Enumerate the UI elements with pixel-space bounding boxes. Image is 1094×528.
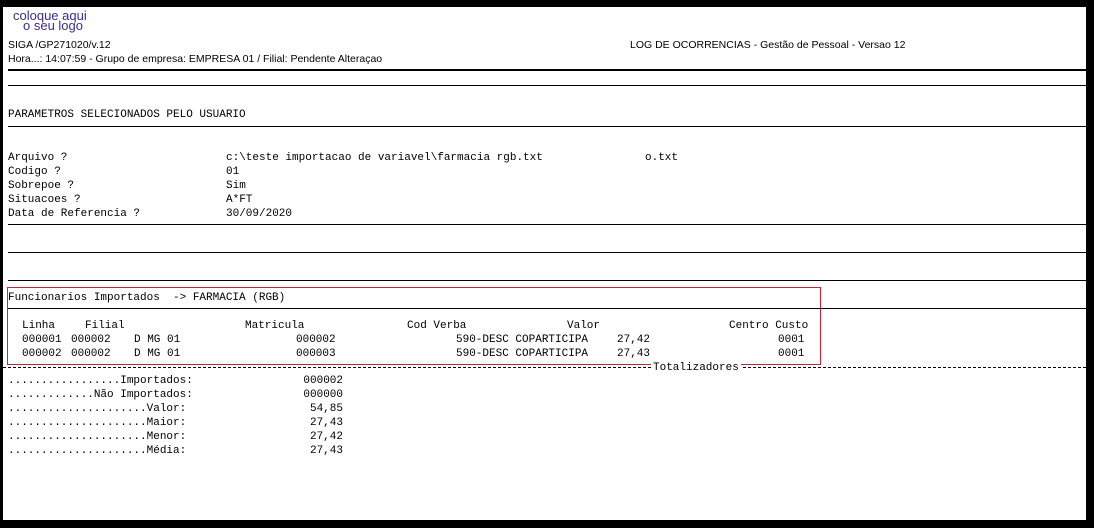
param-label: Situacoes ? bbox=[8, 194, 81, 206]
divider bbox=[8, 308, 1086, 309]
col-header-filial: Filial bbox=[85, 320, 125, 332]
total-label: .....................Média: bbox=[8, 445, 187, 457]
cell-filial: 000002 bbox=[71, 334, 111, 346]
cell-matricula: 000003 bbox=[296, 348, 336, 360]
cell-centro: 0001 bbox=[778, 334, 805, 346]
divider bbox=[8, 252, 1086, 253]
col-header-centro-custo: Centro Custo bbox=[729, 320, 809, 332]
total-label: .................Importados: bbox=[8, 375, 193, 387]
divider bbox=[8, 69, 1086, 71]
imported-title: Funcionarios Importados -> FARMACIA (RGB… bbox=[8, 292, 286, 304]
program-id: SIGA /GP271020/v.12 bbox=[8, 39, 111, 51]
cell-centro: 0001 bbox=[778, 348, 805, 360]
cell-desc: D MG 01 bbox=[134, 334, 181, 346]
total-value: 27,42 bbox=[309, 431, 343, 443]
cell-desc: D MG 01 bbox=[134, 348, 181, 360]
report-title: LOG DE OCORRENCIAS - Gestão de Pessoal -… bbox=[630, 39, 906, 51]
param-value: 01 bbox=[226, 166, 240, 178]
totals-divider bbox=[3, 367, 1086, 368]
param-value: Sim bbox=[226, 180, 246, 192]
total-label: .....................Maior: bbox=[8, 417, 187, 429]
total-value: 27,43 bbox=[309, 417, 343, 429]
total-label: .....................Valor: bbox=[8, 403, 187, 415]
cell-valor: 27,42 bbox=[617, 334, 651, 346]
cell-linha: 000002 bbox=[22, 348, 62, 360]
divider bbox=[8, 85, 1086, 86]
param-value: 30/09/2020 bbox=[226, 208, 293, 220]
total-label: .....................Menor: bbox=[8, 431, 187, 443]
total-value: 000000 bbox=[303, 389, 343, 401]
report-page: coloque aqui o seu logo SIGA /GP271020/v… bbox=[3, 7, 1086, 520]
cell-verba: 590-DESC COPARTICIPA bbox=[456, 334, 589, 346]
param-label: Arquivo ? bbox=[8, 152, 68, 164]
param-label: Data de Referencia ? bbox=[8, 208, 141, 220]
param-label: Sobrepoe ? bbox=[8, 180, 75, 192]
divider bbox=[8, 280, 1086, 281]
report-info: Hora...: 14:07:59 - Grupo de empresa: EM… bbox=[8, 53, 383, 65]
logo-placeholder: coloque aqui o seu logo bbox=[13, 9, 87, 33]
total-label: .............Não Importados: bbox=[8, 389, 193, 401]
divider bbox=[8, 224, 1086, 225]
param-value: A*FT bbox=[226, 194, 253, 206]
cell-matricula: 000002 bbox=[296, 334, 336, 346]
param-value: c:\teste importacao de variavel\farmacia… bbox=[226, 152, 543, 164]
col-header-cod-verba: Cod Verba bbox=[407, 320, 467, 332]
logo-line-2: o seu logo bbox=[23, 18, 83, 33]
cell-valor: 27,43 bbox=[617, 348, 651, 360]
divider bbox=[8, 126, 1086, 127]
col-header-valor: Valor bbox=[567, 320, 601, 332]
total-value: 54,85 bbox=[309, 403, 343, 415]
param-value-extra: o.txt bbox=[645, 152, 679, 164]
col-header-linha: Linha bbox=[22, 320, 56, 332]
params-section-title: PARAMETROS SELECIONADOS PELO USUARIO bbox=[8, 109, 246, 121]
totals-title: Totalizadores bbox=[651, 362, 741, 374]
total-value: 000002 bbox=[303, 375, 343, 387]
col-header-matricula: Matricula bbox=[245, 320, 305, 332]
cell-filial: 000002 bbox=[71, 348, 111, 360]
total-value: 27,43 bbox=[309, 445, 343, 457]
cell-verba: 590-DESC COPARTICIPA bbox=[456, 348, 589, 360]
param-label: Codigo ? bbox=[8, 166, 61, 178]
cell-linha: 000001 bbox=[22, 334, 62, 346]
